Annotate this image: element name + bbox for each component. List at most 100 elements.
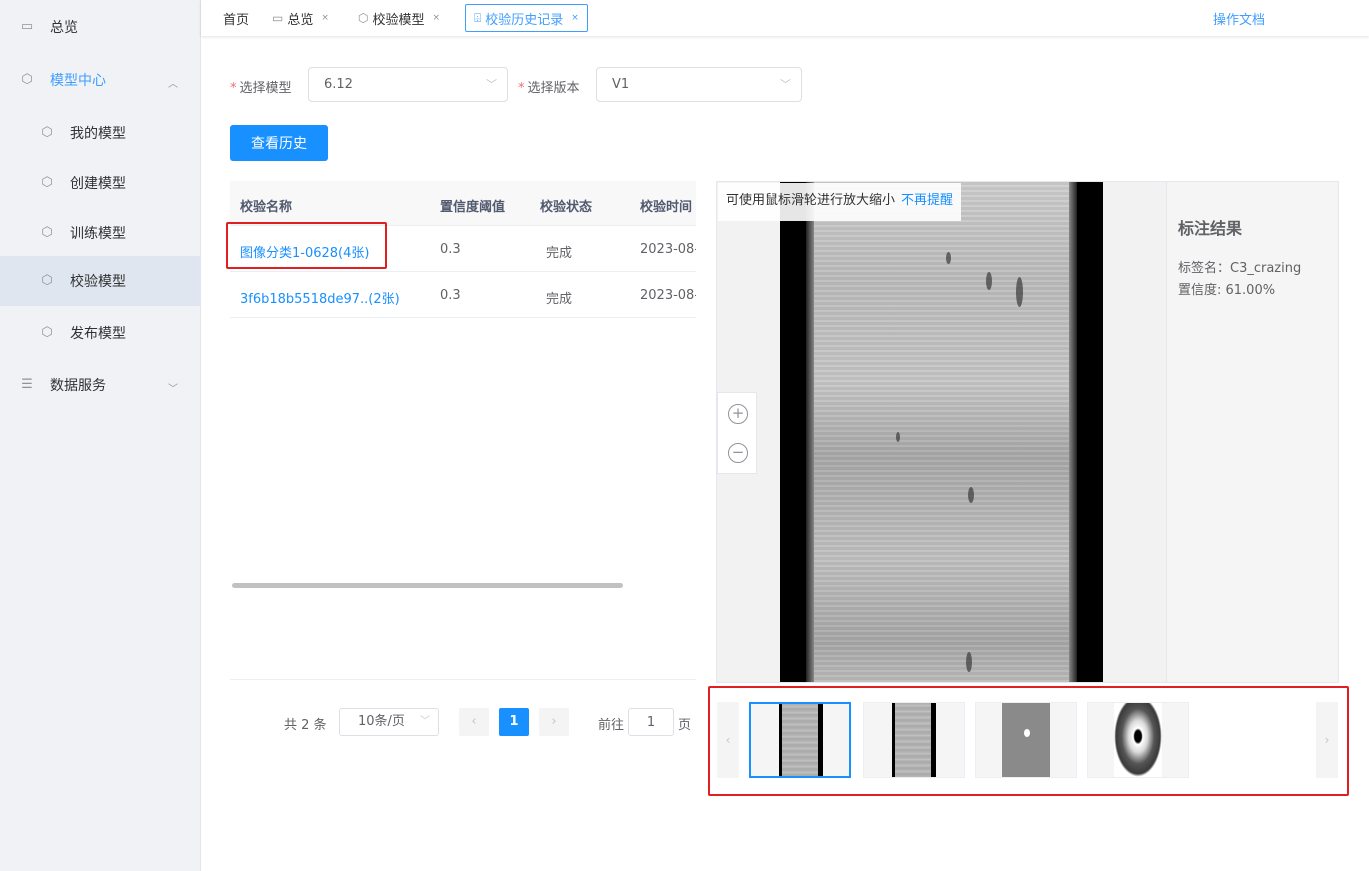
database-icon: ☰ [21,377,33,392]
operation-docs-link[interactable]: 操作文档 [1213,9,1265,28]
version-select[interactable]: V1 ﹀ [596,67,802,102]
annotation-result-panel: 标注结果 标签名：C3_crazing 置信度: 61.00% [1166,182,1338,682]
page-number-current[interactable]: 1 [499,708,529,736]
table-row[interactable]: 图像分类1-0628(4张) 0.3 完成 2023-08- [230,226,696,272]
image-edge [806,182,814,682]
dashboard-icon: ▭ [272,11,284,25]
thumbnail-3[interactable] [975,702,1077,778]
chevron-down-icon: ﹀ [420,716,430,727]
steel-surface [806,182,1077,682]
tab-verify-model[interactable]: ⬡ 校验模型 × [358,4,440,32]
tab-overview[interactable]: ▭ 总览 × [272,4,329,32]
required-mark: * [230,81,237,96]
label-name: 标签名：C3_crazing [1178,261,1302,276]
thumbnail-image [892,703,936,777]
time-cell: 2023-08- [640,288,696,303]
thumbnail-next-button[interactable]: › [1316,702,1338,778]
confidence-value: 置信度: 61.00% [1178,283,1276,298]
thumbnail-image [779,704,823,776]
defect-mark [1024,729,1030,737]
sidebar-item-model-center[interactable]: ⬡ 模型中心 ︿ [0,55,201,105]
goto-page-input[interactable] [628,708,674,736]
thumbnail-1[interactable] [749,702,851,778]
dismiss-hint-link[interactable]: 不再提醒 [901,193,953,208]
zoom-controls: + − [717,392,757,474]
close-icon[interactable]: × [571,13,579,23]
tab-label: 校验历史记录 [485,12,564,28]
cube-icon: ⬡ [41,225,53,240]
tab-label: 首页 [223,12,250,28]
version-select-label-text: 选择版本 [527,81,580,96]
preview-image[interactable] [780,182,1103,682]
tab-bar: 首页 ▭ 总览 × ⬡ 校验模型 × ⌹ 校验历史记录 × 操作文档 [201,0,1369,36]
zoom-in-icon[interactable]: + [728,404,748,424]
defect-mark [1016,277,1023,307]
chevron-down-icon: ﹀ [780,78,791,91]
defect-mark [896,432,900,442]
cube-icon: ⬡ [358,11,369,25]
page-size-select[interactable]: 10条/页 ﹀ [339,708,439,736]
sidebar-item-my-models[interactable]: ⬡ 我的模型 [0,108,201,158]
view-history-button[interactable]: 查看历史 [230,125,328,161]
table-row[interactable]: 3f6b18b5518de97..(2张) 0.3 完成 2023-08- [230,272,696,318]
sidebar-item-train-model[interactable]: ⬡ 训练模型 [0,208,201,258]
chevron-up-icon: ︿ [168,79,178,90]
defect-mark [946,252,951,264]
dashboard-icon: ▭ [20,19,34,34]
sidebar-item-verify-model[interactable]: ⬡ 校验模型 [0,256,201,306]
verify-history-table: 校验名称 置信度阈值 校验状态 校验时间 图像分类1-0628(4张) 0.3 … [230,181,696,601]
prev-page-button[interactable]: ‹ [459,708,489,736]
tab-home[interactable]: 首页 [223,4,249,32]
thumbnail-prev-button[interactable]: ‹ [717,702,739,778]
chevron-down-icon: ﹀ [486,78,497,91]
sidebar-item-label: 我的模型 [70,126,126,142]
pagination-total: 共 2 条 [284,718,327,733]
thumbnail-2[interactable] [863,702,965,778]
sidebar-item-overview[interactable]: ▭ 总览 [0,2,201,52]
column-header-name: 校验名称 [240,200,293,215]
zoom-hint-text: 可使用鼠标滑轮进行放大缩小 [726,193,896,208]
goto-suffix: 页 [678,718,692,733]
model-select[interactable]: 6.12 ﹀ [308,67,508,102]
sidebar-item-label: 数据服务 [50,378,106,394]
close-icon[interactable]: × [433,13,441,23]
next-page-button[interactable]: › [539,708,569,736]
model-select-label: * 选择模型 [230,77,292,96]
tab-label: 校验模型 [372,12,425,28]
zoom-hint: 可使用鼠标滑轮进行放大缩小 不再提醒 [718,183,962,221]
threshold-cell: 0.3 [440,242,461,257]
sidebar-item-publish-model[interactable]: ⬡ 发布模型 [0,308,201,358]
verify-name-link[interactable]: 图像分类1-0628(4张) [240,242,369,261]
tab-verify-history[interactable]: ⌹ 校验历史记录 × [465,4,588,32]
verify-name-link[interactable]: 3f6b18b5518de97..(2张) [240,288,400,307]
sidebar-item-label: 模型中心 [50,73,106,89]
required-mark: * [518,81,525,96]
close-icon[interactable]: × [321,13,329,23]
status-cell: 完成 [546,246,573,261]
model-select-label-text: 选择模型 [239,81,292,96]
column-header-time: 校验时间 [640,200,693,215]
threshold-cell: 0.3 [440,288,461,303]
cube-check-icon: ⬡ [41,273,53,288]
status-cell: 完成 [546,292,573,307]
cube-icon: ⬡ [21,72,33,87]
thumbnail-image [1002,703,1050,777]
column-header-threshold: 置信度阈值 [440,200,506,215]
sidebar-item-label: 校验模型 [70,274,126,290]
image-edge [1069,182,1077,682]
version-select-value: V1 [612,77,630,92]
horizontal-scrollbar[interactable] [232,583,623,588]
sidebar-item-label: 发布模型 [70,326,126,342]
thumbnail-4[interactable] [1087,702,1189,778]
sidebar-item-label: 总览 [50,20,78,36]
defect-mark [968,487,974,503]
zoom-out-icon[interactable]: − [728,443,748,463]
sidebar-item-create-model[interactable]: ⬡ 创建模型 [0,158,201,208]
sidebar-item-data-service[interactable]: ☰ 数据服务 ﹀ [0,360,201,410]
goto-prefix: 前往 [598,718,625,733]
time-cell: 2023-08- [640,242,696,257]
table-header: 校验名称 置信度阈值 校验状态 校验时间 [230,181,696,226]
scan-icon: ⌹ [474,10,482,25]
divider [230,679,696,680]
version-select-label: * 选择版本 [518,77,580,96]
